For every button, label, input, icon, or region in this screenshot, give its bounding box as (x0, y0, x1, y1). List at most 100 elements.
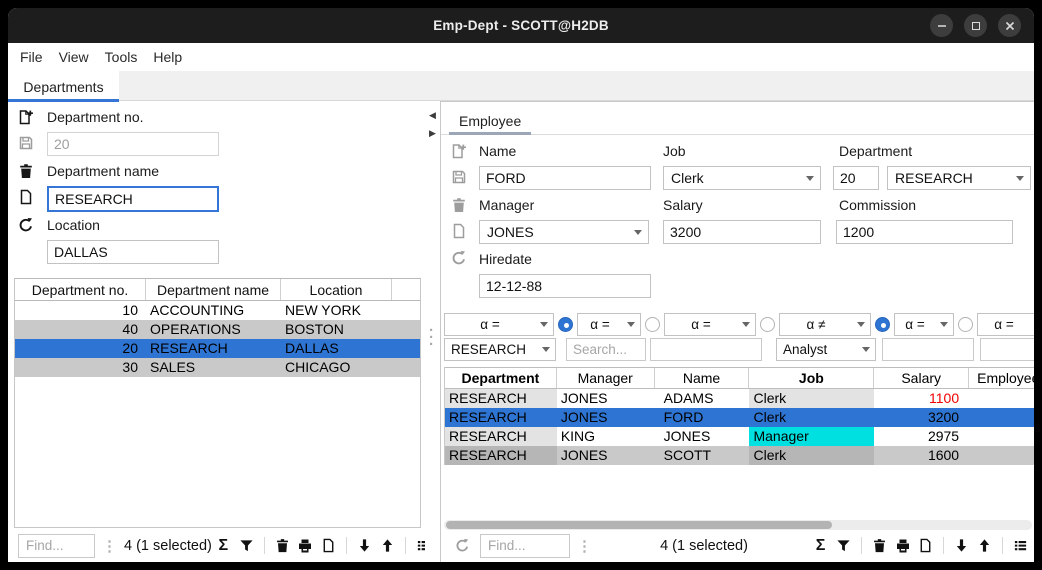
filter-operator-combo-manager[interactable]: α = (577, 313, 641, 336)
save-button[interactable] (451, 169, 467, 185)
menu-item-help[interactable]: Help (153, 49, 182, 65)
minimize-button[interactable] (930, 14, 953, 37)
refresh-record-button[interactable] (451, 250, 467, 266)
move-down-button[interactable] (950, 534, 973, 557)
filter-value-input-salary[interactable] (882, 338, 974, 361)
filter-radio-manager[interactable] (645, 317, 660, 332)
table-row[interactable]: 40 OPERATIONS BOSTON (15, 320, 420, 339)
grip-handle[interactable]: ⋮ (577, 537, 592, 555)
find-input[interactable] (18, 534, 95, 558)
refresh-list-button[interactable] (451, 534, 474, 557)
filter-value-combo-department[interactable]: RESEARCH (444, 338, 556, 361)
filter-operator-combo-name[interactable]: α = (664, 313, 756, 336)
collapse-left-icon[interactable]: ◀ (429, 111, 436, 121)
grip-handle[interactable]: ⋮ (102, 537, 117, 555)
print-button[interactable] (891, 534, 914, 557)
chevron-down-icon[interactable] (800, 167, 820, 189)
filter-operator-combo-employee[interactable]: α = (977, 313, 1034, 336)
tab-employee[interactable]: Employee (449, 107, 531, 135)
list-view-button[interactable] (1009, 534, 1032, 557)
filter-radio-salary[interactable] (958, 317, 973, 332)
location-label: Location (47, 217, 100, 233)
filter-value-input-manager[interactable] (566, 338, 646, 361)
filter-operator-combo-salary[interactable]: α = (894, 313, 954, 336)
menu-item-file[interactable]: File (20, 49, 43, 65)
table-row-selected[interactable]: RESEARCH JONES FORD Clerk 3200 (445, 408, 1034, 427)
save-button[interactable] (18, 135, 34, 151)
window-title: Emp-Dept - SCOTT@H2DB (433, 18, 609, 33)
copy-rows-button[interactable] (914, 534, 937, 557)
table-row[interactable]: RESEARCH JONES SCOTT Clerk 1600 (445, 446, 1034, 465)
job-combobox[interactable]: Clerk (663, 166, 821, 190)
splitter-grip-icon[interactable]: ··· (429, 327, 434, 348)
find-input[interactable] (480, 534, 570, 558)
menu-item-tools[interactable]: Tools (105, 49, 138, 65)
horizontal-scrollbar[interactable] (444, 520, 1032, 530)
name-input[interactable] (479, 166, 651, 190)
delete-rows-button[interactable] (271, 534, 294, 557)
copy-icon (451, 223, 467, 239)
col-header-dept-no[interactable]: Department no. (15, 279, 146, 300)
table-row[interactable]: RESEARCH JONES ADAMS Clerk 1100 (445, 389, 1034, 408)
printer-icon (297, 538, 313, 554)
col-header-location[interactable]: Location (281, 279, 392, 300)
table-row[interactable]: 10 ACCOUNTING NEW YORK (15, 301, 420, 320)
filter-operator-combo-department[interactable]: α = (444, 313, 554, 336)
split-pane-divider[interactable]: ◀ ▶ ··· (425, 101, 440, 562)
table-row[interactable]: 30 SALES CHICAGO (15, 358, 420, 377)
dept-no-input[interactable] (833, 166, 879, 190)
filter-button[interactable] (832, 534, 855, 557)
dept-name-input[interactable] (47, 186, 219, 212)
col-header-employee[interactable]: Employee (969, 368, 1034, 388)
copy-record-button[interactable] (18, 189, 34, 205)
col-header-name[interactable]: Name (655, 368, 750, 388)
copy-rows-button[interactable] (317, 534, 340, 557)
close-button[interactable] (998, 14, 1021, 37)
copy-record-button[interactable] (451, 223, 467, 239)
aggregate-button[interactable]: Σ (809, 534, 832, 557)
scrollbar-thumb[interactable] (446, 521, 832, 529)
tab-departments[interactable]: Departments (8, 71, 119, 102)
filter-value-combo-job[interactable]: Analyst (776, 338, 876, 361)
move-up-button[interactable] (973, 534, 996, 557)
delete-record-button[interactable] (451, 197, 467, 213)
filter-operator-combo-job[interactable]: α ≠ (779, 313, 871, 336)
maximize-button[interactable] (964, 14, 987, 37)
filter-value-input-employee[interactable] (980, 338, 1034, 361)
refresh-record-button[interactable] (18, 217, 34, 233)
manager-combobox[interactable]: JONES (479, 220, 649, 244)
col-header-department[interactable]: Department (445, 368, 557, 388)
cell-name: JONES (655, 427, 750, 446)
table-row[interactable]: RESEARCH KING JONES Manager 2975 (445, 427, 1034, 446)
menu-item-view[interactable]: View (59, 49, 89, 65)
filter-button[interactable] (235, 534, 258, 557)
move-up-button[interactable] (376, 534, 399, 557)
expand-right-icon[interactable]: ▶ (429, 129, 436, 139)
chevron-down-icon[interactable] (628, 221, 648, 243)
filter-radio-name[interactable] (760, 317, 775, 332)
print-button[interactable] (294, 534, 317, 557)
commission-input[interactable] (836, 220, 1013, 244)
table-row-selected[interactable]: 20 RESEARCH DALLAS (15, 339, 420, 358)
col-header-salary[interactable]: Salary (874, 368, 969, 388)
delete-rows-button[interactable] (868, 534, 891, 557)
col-header-manager[interactable]: Manager (557, 368, 655, 388)
filter-radio-job[interactable] (875, 317, 890, 332)
aggregate-button[interactable]: Σ (212, 534, 235, 557)
printer-icon (895, 538, 911, 554)
filter-radio-department[interactable] (558, 317, 573, 332)
col-header-job[interactable]: Job (749, 368, 874, 388)
new-record-button[interactable] (18, 109, 34, 125)
chevron-down-icon[interactable] (1010, 167, 1030, 189)
department-combobox[interactable]: RESEARCH (887, 166, 1031, 190)
delete-record-button[interactable] (18, 163, 34, 179)
dept-no-input[interactable] (47, 132, 219, 156)
filter-value-input-name[interactable] (650, 338, 762, 361)
col-header-dept-name[interactable]: Department name (146, 279, 281, 300)
hiredate-input[interactable] (479, 274, 651, 298)
move-down-button[interactable] (353, 534, 376, 557)
page-icon (918, 538, 933, 553)
location-input[interactable] (47, 240, 219, 264)
new-record-button[interactable] (451, 143, 467, 159)
salary-input[interactable] (663, 220, 821, 244)
